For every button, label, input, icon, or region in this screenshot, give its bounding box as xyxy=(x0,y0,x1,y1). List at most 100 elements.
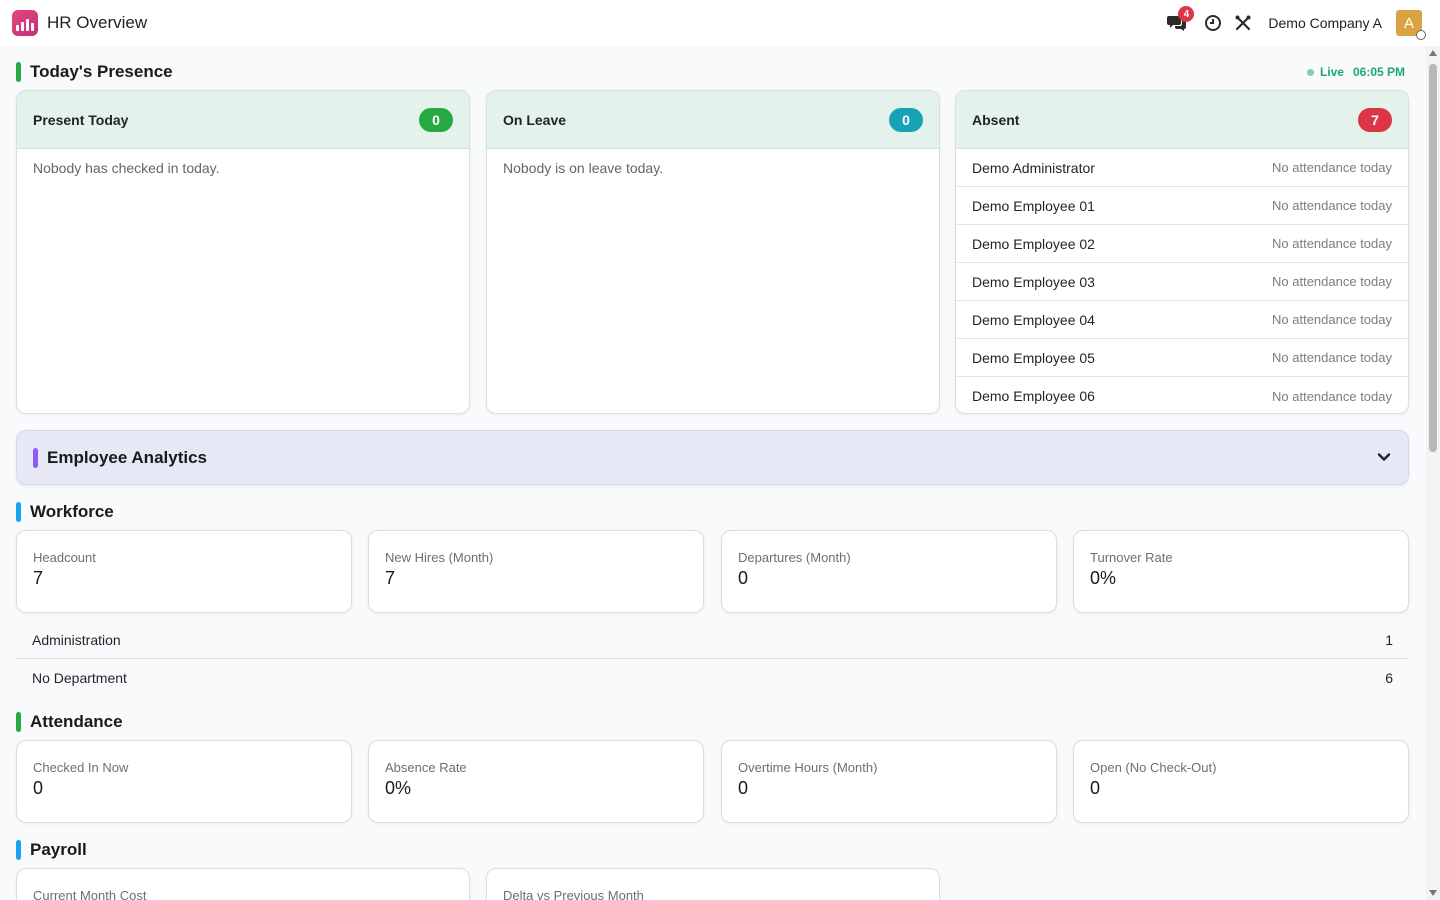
page-scrollbar[interactable] xyxy=(1426,46,1440,900)
attendance-status: No attendance today xyxy=(1272,198,1392,213)
count-badge: 7 xyxy=(1358,107,1392,132)
present-today-card: Present Today 0 Nobody has checked in to… xyxy=(16,90,470,414)
debug-tools-button[interactable] xyxy=(1232,12,1254,34)
stat-value: 0 xyxy=(33,778,44,798)
absent-row[interactable]: Demo Employee 04 No attendance today xyxy=(956,301,1408,339)
section-heading-attendance: Attendance xyxy=(16,712,123,732)
stat-label: Turnover Rate xyxy=(1090,550,1173,565)
stat-label: Delta vs Previous Month xyxy=(503,888,644,900)
scroll-up-arrow-icon[interactable] xyxy=(1429,50,1437,56)
live-indicator: Live 06:05 PM xyxy=(1306,65,1405,79)
checked-in-now-card: Checked In Now 0 xyxy=(16,740,352,823)
current-month-cost-card: Current Month Cost xyxy=(16,868,470,900)
stat-value: 0 xyxy=(738,568,749,588)
card-header: On Leave 0 xyxy=(487,91,939,149)
section-accent-bar xyxy=(16,62,21,82)
absent-row[interactable]: Demo Employee 02 No attendance today xyxy=(956,225,1408,263)
new-hires-card: New Hires (Month) 7 xyxy=(368,530,704,613)
on-leave-card: On Leave 0 Nobody is on leave today. xyxy=(486,90,940,414)
department-count: 6 xyxy=(1385,670,1393,686)
stat-label: Open (No Check-Out) xyxy=(1090,760,1217,775)
stat-label: New Hires (Month) xyxy=(385,550,494,565)
user-status-icon xyxy=(1416,30,1426,40)
stat-value: 0 xyxy=(738,778,749,798)
scroll-thumb[interactable] xyxy=(1429,64,1437,452)
employee-name: Demo Employee 06 xyxy=(972,388,1095,404)
stat-value: 7 xyxy=(385,568,396,588)
department-count: 1 xyxy=(1385,631,1393,648)
employee-name: Demo Employee 03 xyxy=(972,273,1095,290)
absent-row[interactable]: Demo Employee 01 No attendance today xyxy=(956,187,1408,225)
activity-button[interactable] xyxy=(1202,12,1224,34)
chevron-down-icon[interactable] xyxy=(1376,449,1392,465)
app-logo-icon[interactable] xyxy=(12,10,38,36)
live-label: Live xyxy=(1319,65,1344,79)
messages-button[interactable]: 4 xyxy=(1166,6,1195,34)
department-row: No Department 6 xyxy=(16,659,1409,697)
company-switcher[interactable]: Demo Company A xyxy=(1268,15,1382,31)
card-title: On Leave xyxy=(503,111,567,128)
scroll-down-arrow-icon[interactable] xyxy=(1429,890,1437,896)
section-title: Attendance xyxy=(30,712,123,731)
section-accent-bar xyxy=(16,712,21,732)
user-avatar[interactable]: A xyxy=(1396,10,1426,40)
employee-name: Demo Administrator xyxy=(972,159,1095,176)
avatar-letter: A xyxy=(1403,14,1414,32)
stat-label: Departures (Month) xyxy=(738,550,851,565)
stat-label: Absence Rate xyxy=(385,760,467,775)
count-badge: 0 xyxy=(419,107,453,132)
absent-card: Absent 7 Demo Administrator No attendanc… xyxy=(955,90,1409,414)
section-accent-bar xyxy=(33,447,38,468)
delta-previous-month-card: Delta vs Previous Month xyxy=(486,868,940,900)
headcount-card: Headcount 7 xyxy=(16,530,352,613)
top-navbar: HR Overview 4 Demo Company A A xyxy=(0,0,1440,46)
empty-state-text: Nobody has checked in today. xyxy=(33,160,220,176)
absent-row[interactable]: Demo Employee 06 No attendance today xyxy=(956,377,1408,413)
absent-row[interactable]: Demo Employee 03 No attendance today xyxy=(956,263,1408,301)
card-header: Present Today 0 xyxy=(17,91,469,149)
employee-analytics-toggle[interactable]: Employee Analytics xyxy=(16,430,1409,485)
stat-label: Overtime Hours (Month) xyxy=(738,760,878,775)
employee-name: Demo Employee 02 xyxy=(972,235,1095,252)
section-heading-workforce: Workforce xyxy=(16,502,114,522)
stat-value: 0% xyxy=(385,778,412,798)
card-title: Absent xyxy=(972,111,1020,128)
stat-value: 0% xyxy=(1090,568,1117,588)
department-name: No Department xyxy=(32,670,127,686)
section-heading-payroll: Payroll xyxy=(16,840,87,860)
attendance-status: No attendance today xyxy=(1272,160,1392,175)
tools-icon xyxy=(1235,15,1251,31)
section-heading-presence: Today's Presence xyxy=(16,62,173,82)
employee-name: Demo Employee 04 xyxy=(972,311,1095,328)
notification-count-badge: 4 xyxy=(1178,6,1195,22)
department-row: Administration 1 xyxy=(16,621,1409,659)
attendance-status: No attendance today xyxy=(1272,312,1392,327)
absent-row[interactable]: Demo Employee 05 No attendance today xyxy=(956,339,1408,377)
card-title: Present Today xyxy=(33,111,129,128)
absent-row[interactable]: Demo Administrator No attendance today xyxy=(956,149,1408,187)
clock-icon xyxy=(1205,15,1222,31)
section-title: Today's Presence xyxy=(30,62,173,81)
section-accent-bar xyxy=(16,502,21,522)
count-badge: 0 xyxy=(889,107,923,132)
absence-rate-card: Absence Rate 0% xyxy=(368,740,704,823)
employee-name: Demo Employee 01 xyxy=(972,197,1095,214)
stat-label: Current Month Cost xyxy=(33,888,147,900)
section-title: Workforce xyxy=(30,502,114,521)
stat-label: Checked In Now xyxy=(33,760,129,775)
departures-card: Departures (Month) 0 xyxy=(721,530,1057,613)
open-no-checkout-card: Open (No Check-Out) 0 xyxy=(1073,740,1409,823)
employee-name: Demo Employee 05 xyxy=(972,349,1095,366)
turnover-rate-card: Turnover Rate 0% xyxy=(1073,530,1409,613)
card-header: Absent 7 xyxy=(956,91,1408,149)
attendance-status: No attendance today xyxy=(1272,236,1392,251)
overtime-hours-card: Overtime Hours (Month) 0 xyxy=(721,740,1057,823)
app-title: HR Overview xyxy=(47,13,148,32)
stat-value: 7 xyxy=(33,568,44,588)
live-time: 06:05 PM xyxy=(1352,65,1405,79)
stat-label: Headcount xyxy=(33,550,96,565)
absent-list: Demo Administrator No attendance today D… xyxy=(956,149,1408,413)
section-title: Payroll xyxy=(30,840,87,859)
attendance-status: No attendance today xyxy=(1272,388,1392,404)
department-name: Administration xyxy=(32,631,121,648)
